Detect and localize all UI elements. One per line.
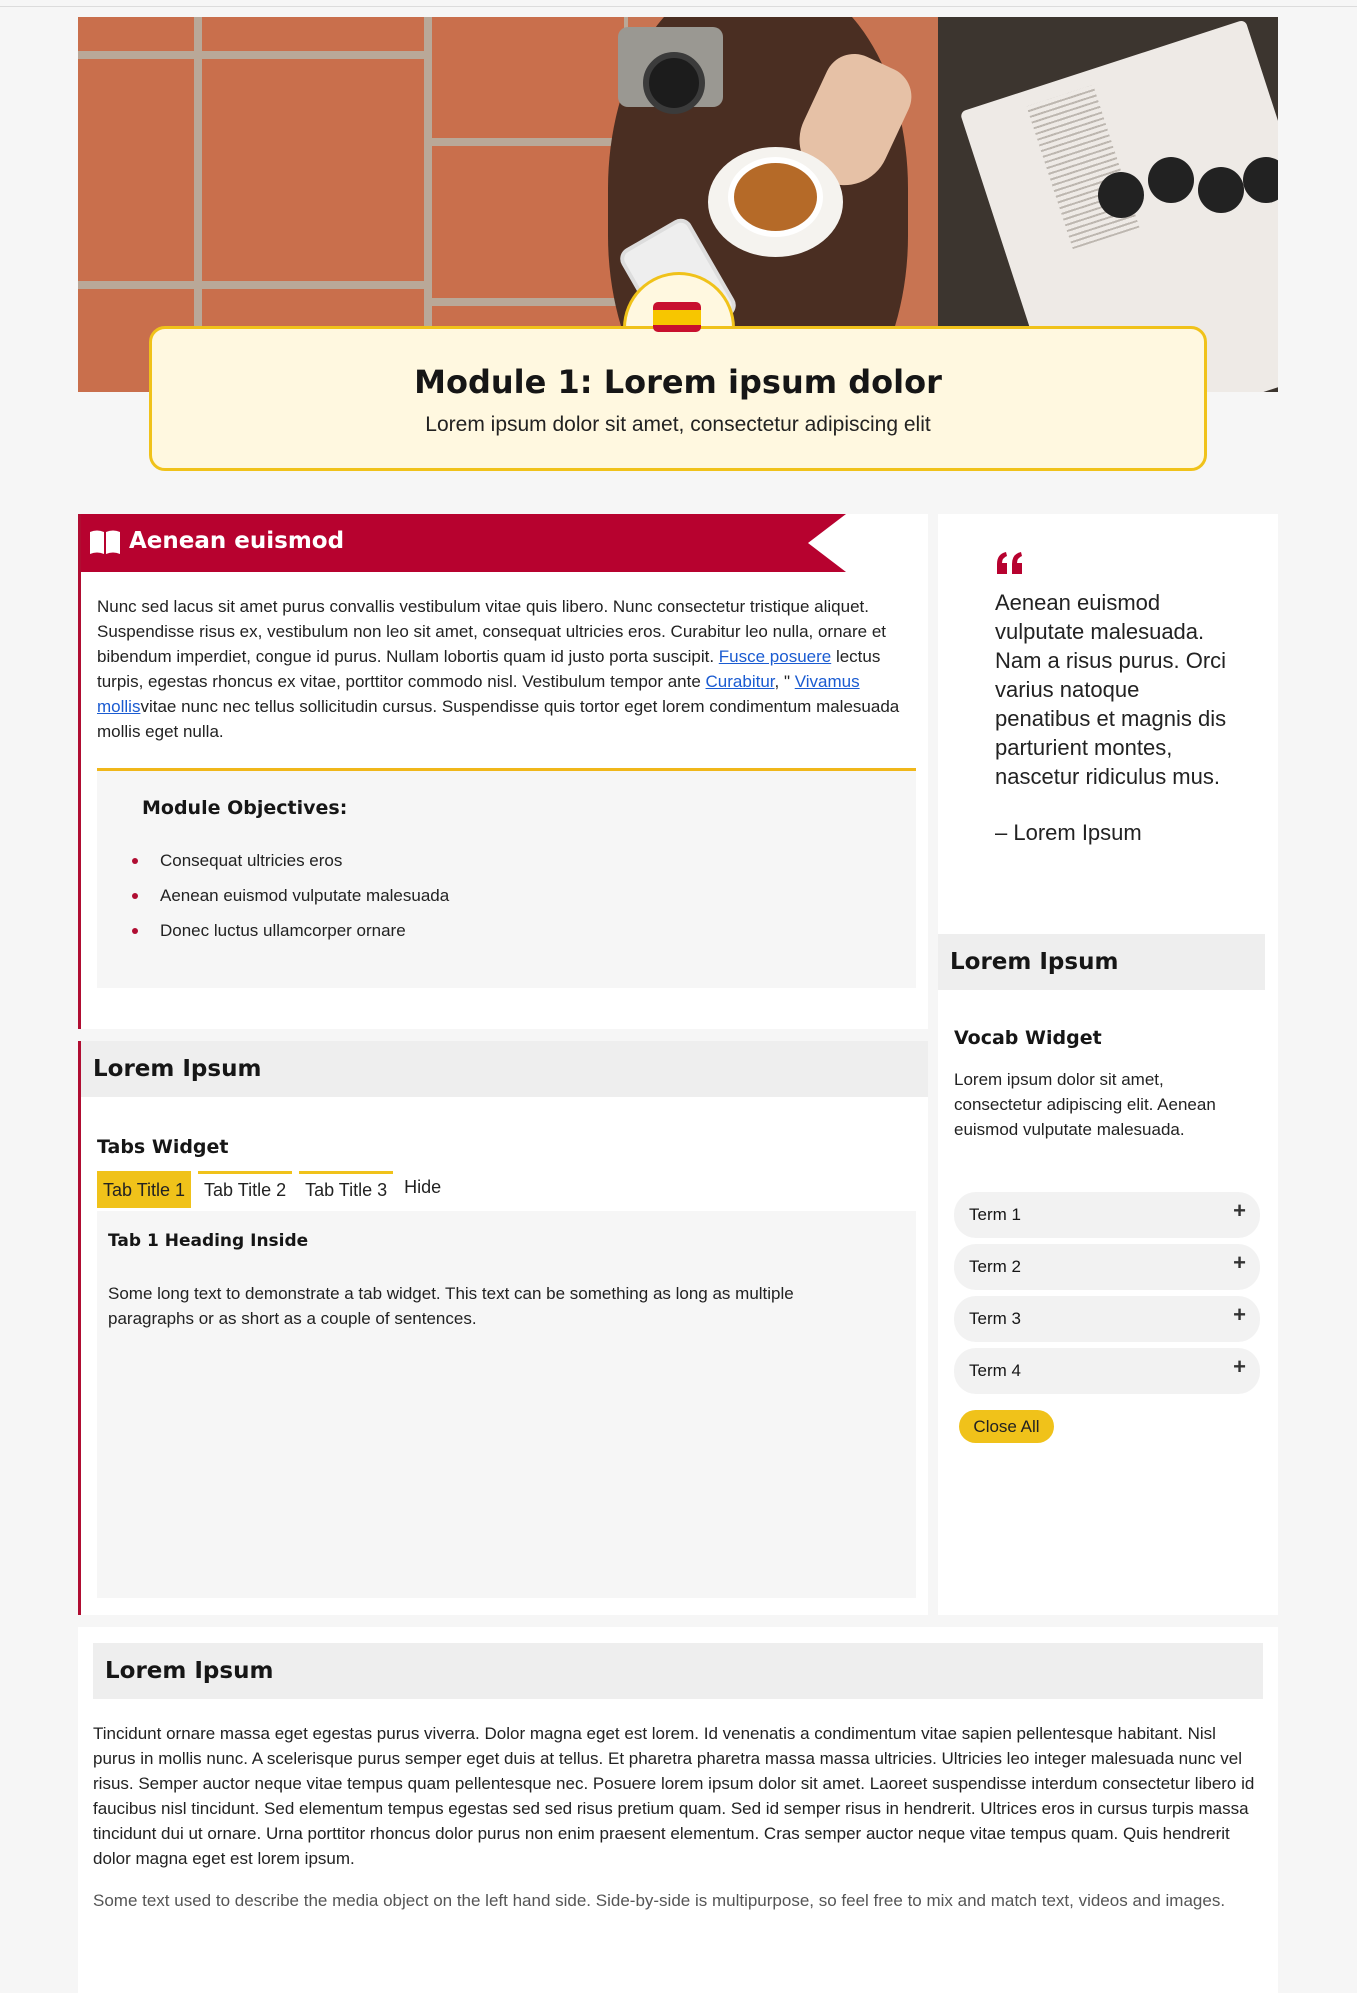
section-heading: Lorem Ipsum [81, 1041, 928, 1097]
tabs-widget-title: Tabs Widget [97, 1136, 229, 1158]
floor-tile [428, 142, 628, 302]
term-label: Term 3 [969, 1309, 1021, 1328]
intro-text: , " [774, 672, 795, 691]
floor-tile [78, 17, 198, 55]
magazine-photo [1148, 157, 1194, 203]
close-all-button[interactable]: Close All [959, 1410, 1054, 1443]
fusce-posuere-link[interactable]: Fusce posuere [719, 647, 831, 666]
plus-icon[interactable]: + [1233, 1250, 1246, 1276]
vocab-term-1[interactable]: Term 1 + [954, 1192, 1260, 1238]
plus-icon[interactable]: + [1233, 1198, 1246, 1224]
hide-tabs-button[interactable]: Hide [400, 1171, 445, 1208]
plus-icon[interactable]: + [1233, 1354, 1246, 1380]
magazine-photo [1198, 167, 1244, 213]
intro-paragraph: Nunc sed lacus sit amet purus convallis … [97, 594, 917, 744]
intro-text: vitae nunc nec tellus sollicitudin cursu… [97, 697, 900, 741]
tab-list: Tab Title 1 Tab Title 2 Tab Title 3 Hide [97, 1171, 445, 1208]
top-divider [0, 6, 1357, 7]
curabitur-link[interactable]: Curabitur [706, 672, 775, 691]
camera-lens [643, 52, 705, 114]
vocab-description: Lorem ipsum dolor sit amet, consectetur … [954, 1070, 1216, 1139]
page-title: Module 1: Lorem ipsum dolor [414, 363, 942, 401]
term-label: Term 4 [969, 1361, 1021, 1380]
tab-panel: Tab 1 Heading Inside Some long text to d… [97, 1211, 916, 1598]
fade-overlay [93, 1907, 1263, 1947]
vocab-card: Lorem Ipsum Vocab Widget Lorem ipsum dol… [938, 934, 1278, 1615]
banner-title: Aenean euismod [129, 528, 345, 554]
tab-panel-text: Some long text to demonstrate a tab widg… [108, 1284, 794, 1328]
magazine-photo [1098, 172, 1144, 218]
vocab-term-4[interactable]: Term 4 + [954, 1348, 1260, 1394]
floor-tile [198, 17, 428, 55]
plus-icon[interactable]: + [1233, 1302, 1246, 1328]
tab-panel-heading: Tab 1 Heading Inside [108, 1231, 309, 1251]
tabs-card: Lorem Ipsum Tabs Widget Tab Title 1 Tab … [78, 1041, 928, 1615]
quote-text: Aenean euismod vulputate malesuada. Nam … [995, 590, 1227, 789]
vocab-term-3[interactable]: Term 3 + [954, 1296, 1260, 1342]
quote-author: – Lorem Ipsum [995, 820, 1142, 845]
page-subtitle: Lorem ipsum dolor sit amet, consectetur … [425, 413, 931, 436]
term-label: Term 2 [969, 1257, 1021, 1276]
floor-tile [78, 55, 198, 285]
term-label: Term 1 [969, 1205, 1021, 1224]
module-objectives-box: Module Objectives: Consequat ultricies e… [97, 768, 916, 988]
bottom-paragraph: Tincidunt ornare massa eget egestas puru… [93, 1724, 1255, 1868]
tab-title-1[interactable]: Tab Title 1 [97, 1171, 192, 1208]
section-heading: Lorem Ipsum [93, 1643, 1263, 1699]
tab-title-3[interactable]: Tab Title 3 [299, 1171, 394, 1208]
vocab-widget-title: Vocab Widget [954, 1027, 1102, 1049]
book-icon [90, 530, 120, 554]
tea [728, 157, 823, 237]
objectives-list: Consequat ultricies eros Aenean euismod … [132, 851, 449, 956]
objective-item: Aenean euismod vulputate malesuada [132, 886, 449, 921]
vocab-term-2[interactable]: Term 2 + [954, 1244, 1260, 1290]
quote-card: Aenean euismod vulputate malesuada. Nam … [938, 514, 1278, 934]
module-title-card: Module 1: Lorem ipsum dolor Lorem ipsum … [149, 326, 1207, 471]
objective-item: Consequat ultricies eros [132, 851, 449, 886]
floor-tile [198, 55, 428, 285]
spain-flag-icon [653, 302, 701, 332]
tab-title-2[interactable]: Tab Title 2 [198, 1171, 293, 1208]
intro-card: Aenean euismod Nunc sed lacus sit amet p… [78, 514, 928, 1029]
objective-item: Donec luctus ullamcorper ornare [132, 921, 449, 956]
section-heading: Lorem Ipsum [938, 934, 1265, 990]
bottom-card: Lorem Ipsum Tincidunt ornare massa eget … [78, 1627, 1278, 1993]
quote-icon [997, 552, 1022, 574]
objectives-title: Module Objectives: [142, 797, 348, 819]
floor-tile [428, 17, 628, 142]
